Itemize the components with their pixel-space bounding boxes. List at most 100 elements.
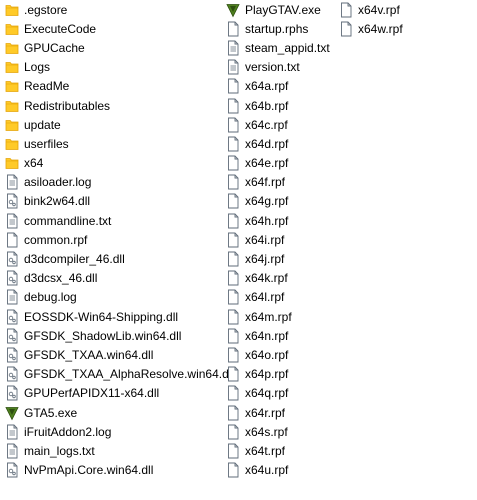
gta-app-icon <box>226 2 245 18</box>
blank-file-icon <box>226 136 245 152</box>
file-item[interactable]: x64r.rpf <box>226 403 338 422</box>
file-item[interactable]: x64i.rpf <box>226 230 338 249</box>
file-name: GTA5.exe <box>24 405 78 420</box>
text-file-icon <box>5 443 24 459</box>
file-name: GFSDK_TXAA.win64.dll <box>24 347 154 362</box>
blank-file-icon <box>226 270 245 286</box>
file-item[interactable]: userfiles <box>5 134 225 153</box>
file-name: .egstore <box>24 2 68 17</box>
file-item[interactable]: x64e.rpf <box>226 154 338 173</box>
file-item[interactable]: x64v.rpf <box>339 0 444 19</box>
file-item[interactable]: x64h.rpf <box>226 211 338 230</box>
file-name: x64a.rpf <box>245 79 289 94</box>
file-name: x64t.rpf <box>245 443 286 458</box>
folder-icon <box>5 117 24 133</box>
folder-icon <box>5 155 24 171</box>
file-item[interactable]: x64 <box>5 154 225 173</box>
dll-file-icon <box>5 385 24 401</box>
file-name: steam_appid.txt <box>245 40 330 55</box>
file-column-2: PlayGTAV.exe startup.rphs steam_appid.txtv… <box>226 0 338 480</box>
file-name: x64v.rpf <box>358 2 400 17</box>
file-item[interactable]: NvPmApi.Core.win64.dll <box>5 461 225 480</box>
folder-icon <box>5 78 24 94</box>
file-item[interactable]: x64o.rpf <box>226 345 338 364</box>
file-name: debug.log <box>24 290 77 305</box>
file-item[interactable]: update <box>5 115 225 134</box>
file-item[interactable]: x64n.rpf <box>226 326 338 345</box>
file-item[interactable]: x64u.rpf <box>226 461 338 480</box>
file-item[interactable]: x64a.rpf <box>226 77 338 96</box>
file-name: x64m.rpf <box>245 309 292 324</box>
file-item[interactable]: x64f.rpf <box>226 173 338 192</box>
file-item[interactable]: commandline.txt <box>5 211 225 230</box>
file-item[interactable]: x64b.rpf <box>226 96 338 115</box>
gta-app-icon <box>5 405 24 421</box>
file-item[interactable]: .egstore <box>5 0 225 19</box>
file-item[interactable]: x64g.rpf <box>226 192 338 211</box>
file-name: d3dcompiler_46.dll <box>24 252 125 267</box>
blank-file-icon <box>226 213 245 229</box>
blank-file-icon <box>226 366 245 382</box>
file-name: Logs <box>24 60 51 75</box>
file-item[interactable]: d3dcompiler_46.dll <box>5 249 225 268</box>
file-item[interactable]: GPUPerfAPIDX11-x64.dll <box>5 384 225 403</box>
file-item[interactable]: version.txt <box>226 58 338 77</box>
dll-file-icon <box>5 251 24 267</box>
file-item[interactable]: ExecuteCode <box>5 19 225 38</box>
file-item[interactable]: Logs <box>5 58 225 77</box>
file-item[interactable]: x64q.rpf <box>226 384 338 403</box>
file-item[interactable]: EOSSDK-Win64-Shipping.dll <box>5 307 225 326</box>
file-name: x64q.rpf <box>245 386 289 401</box>
file-item[interactable]: x64w.rpf <box>339 19 444 38</box>
file-item[interactable]: startup.rphs <box>226 19 338 38</box>
file-name: commandline.txt <box>24 213 112 228</box>
file-name: d3dcsx_46.dll <box>24 271 98 286</box>
file-name: x64b.rpf <box>245 98 289 113</box>
text-file-icon <box>5 424 24 440</box>
file-item[interactable]: x64t.rpf <box>226 441 338 460</box>
blank-file-icon <box>5 232 24 248</box>
file-item[interactable]: Redistributables <box>5 96 225 115</box>
file-item[interactable]: iFruitAddon2.log <box>5 422 225 441</box>
file-item[interactable]: steam_appid.txt <box>226 38 338 57</box>
file-item[interactable]: common.rpf <box>5 230 225 249</box>
file-name: ExecuteCode <box>24 21 97 36</box>
file-column-3: x64v.rpf x64w.rpf <box>339 0 444 38</box>
file-name: x64j.rpf <box>245 252 285 267</box>
file-item[interactable]: x64d.rpf <box>226 134 338 153</box>
file-name: x64n.rpf <box>245 328 289 343</box>
file-item[interactable]: x64c.rpf <box>226 115 338 134</box>
file-item[interactable]: PlayGTAV.exe <box>226 0 338 19</box>
file-item[interactable]: GFSDK_ShadowLib.win64.dll <box>5 326 225 345</box>
file-item[interactable]: GFSDK_TXAA_AlphaResolve.win64.dll <box>5 365 234 384</box>
file-item[interactable]: main_logs.txt <box>5 441 225 460</box>
file-item[interactable]: bink2w64.dll <box>5 192 225 211</box>
file-name: Redistributables <box>24 98 111 113</box>
file-item[interactable]: asiloader.log <box>5 173 225 192</box>
file-item[interactable]: GPUCache <box>5 38 225 57</box>
blank-file-icon <box>226 289 245 305</box>
blank-file-icon <box>226 328 245 344</box>
file-name: x64k.rpf <box>245 271 288 286</box>
blank-file-icon <box>226 78 245 94</box>
file-name: x64 <box>24 156 44 171</box>
file-item[interactable]: x64p.rpf <box>226 365 338 384</box>
file-item[interactable]: ReadMe <box>5 77 225 96</box>
file-item[interactable]: x64l.rpf <box>226 288 338 307</box>
file-item[interactable]: x64m.rpf <box>226 307 338 326</box>
file-name: GPUCache <box>24 40 85 55</box>
file-item[interactable]: x64j.rpf <box>226 249 338 268</box>
blank-file-icon <box>339 21 358 37</box>
file-item[interactable]: d3dcsx_46.dll <box>5 269 225 288</box>
file-item[interactable]: x64s.rpf <box>226 422 338 441</box>
file-name: x64f.rpf <box>245 175 286 190</box>
file-name: main_logs.txt <box>24 443 95 458</box>
file-name: x64o.rpf <box>245 347 289 362</box>
file-item[interactable]: x64k.rpf <box>226 269 338 288</box>
file-item[interactable]: GFSDK_TXAA.win64.dll <box>5 345 225 364</box>
file-name: x64g.rpf <box>245 194 289 209</box>
file-item[interactable]: debug.log <box>5 288 225 307</box>
blank-file-icon <box>226 117 245 133</box>
file-name: x64l.rpf <box>245 290 285 305</box>
file-item[interactable]: GTA5.exe <box>5 403 225 422</box>
